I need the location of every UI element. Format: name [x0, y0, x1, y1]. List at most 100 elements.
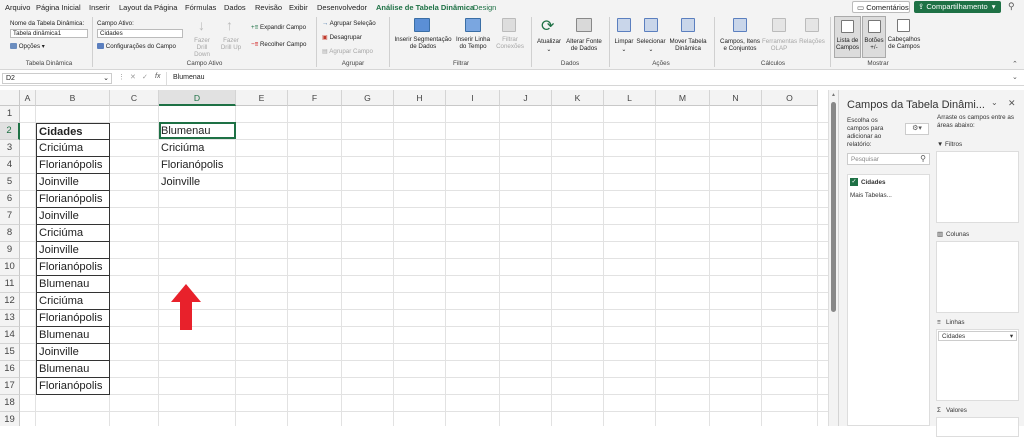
- person-search-icon[interactable]: ⚲: [1008, 1, 1015, 12]
- filter-connections-button[interactable]: Filtrar Conexões: [494, 36, 526, 50]
- field-item-cidades[interactable]: Cidades: [861, 179, 886, 186]
- tab-dados[interactable]: Dados: [224, 3, 246, 12]
- drill-up-button[interactable]: Fazer Drill Up: [217, 37, 245, 51]
- column-header-a[interactable]: A: [20, 90, 36, 106]
- enter-icon[interactable]: ✓: [142, 73, 148, 81]
- share-button[interactable]: ⇪ Compartilhamento ▾: [914, 1, 1001, 13]
- row-header-10[interactable]: 10: [0, 259, 20, 276]
- olap-button[interactable]: Ferramentas OLAP: [762, 38, 797, 52]
- select-button[interactable]: Selecionar: [636, 38, 666, 45]
- checkbox-checked-icon[interactable]: ✓: [850, 178, 858, 186]
- formula-input[interactable]: Blumenau: [173, 74, 205, 81]
- row-header-7[interactable]: 7: [0, 208, 20, 225]
- field-headers-toggle[interactable]: Cabeçalhos de Campos: [887, 16, 921, 58]
- table-cell-b5[interactable]: Joinville: [36, 174, 110, 191]
- move-pivot-button[interactable]: Mover Tabela Dinâmica: [666, 38, 710, 52]
- row-header-9[interactable]: 9: [0, 242, 20, 259]
- pivot-cell-d3[interactable]: Criciúma: [159, 140, 204, 157]
- tab-design[interactable]: Design: [473, 3, 496, 12]
- options-button[interactable]: Opções ▾: [10, 43, 45, 50]
- row-header-3[interactable]: 3: [0, 140, 20, 157]
- table-cell-b3[interactable]: Criciúma: [36, 140, 110, 157]
- values-area[interactable]: [936, 417, 1019, 437]
- table-cell-b10[interactable]: Florianópolis: [36, 259, 110, 276]
- table-cell-b9[interactable]: Joinville: [36, 242, 110, 259]
- row-header-14[interactable]: 14: [0, 327, 20, 344]
- scroll-thumb[interactable]: [831, 102, 836, 312]
- tab-revisao[interactable]: Revisão: [255, 3, 282, 12]
- rows-field-chip[interactable]: Cidades ▾: [938, 331, 1017, 341]
- table-cell-b6[interactable]: Florianópolis: [36, 191, 110, 208]
- ungroup-button[interactable]: ▣ Desagrupar: [322, 34, 362, 41]
- tab-inserir[interactable]: Inserir: [89, 3, 110, 12]
- tools-button[interactable]: ⚙▾: [905, 123, 929, 135]
- tab-formulas[interactable]: Fórmulas: [185, 3, 216, 12]
- column-header-c[interactable]: C: [110, 90, 159, 106]
- column-header-f[interactable]: F: [288, 90, 342, 106]
- expand-formula-icon[interactable]: ⌄: [1012, 73, 1018, 81]
- expand-field-button[interactable]: +≡ Expandir Campo: [251, 24, 306, 31]
- column-header-d[interactable]: D: [159, 90, 236, 106]
- clear-button[interactable]: Limpar: [610, 38, 638, 45]
- table-cell-b14[interactable]: Blumenau: [36, 327, 110, 344]
- more-tables-link[interactable]: Mais Tabelas...: [850, 192, 892, 199]
- relations-button[interactable]: Relações: [797, 38, 827, 45]
- rows-area[interactable]: Cidades ▾: [936, 329, 1019, 401]
- table-cell-b15[interactable]: Joinville: [36, 344, 110, 361]
- table-cell-b4[interactable]: Florianópolis: [36, 157, 110, 174]
- column-header-l[interactable]: L: [604, 90, 656, 106]
- insert-timeline-button[interactable]: Inserir Linha do Tempo: [454, 36, 492, 50]
- scroll-up-icon[interactable]: ▲: [831, 92, 836, 98]
- tab-pagina-inicial[interactable]: Página Inicial: [36, 3, 81, 12]
- filters-area[interactable]: [936, 151, 1019, 223]
- column-header-h[interactable]: H: [394, 90, 446, 106]
- row-header-15[interactable]: 15: [0, 344, 20, 361]
- column-header-g[interactable]: G: [342, 90, 394, 106]
- fields-items-button[interactable]: Campos, Itens e Conjuntos: [718, 38, 762, 52]
- pivot-cell-d5[interactable]: Joinville: [159, 174, 200, 191]
- column-header-m[interactable]: M: [656, 90, 710, 106]
- pivot-name-input[interactable]: Tabela dinâmica1: [10, 29, 88, 38]
- field-list-button[interactable]: Lista de Campos: [834, 16, 861, 58]
- row-header-18[interactable]: 18: [0, 395, 20, 412]
- name-box[interactable]: D2 ⌄: [2, 73, 112, 84]
- table-cell-b8[interactable]: Criciúma: [36, 225, 110, 242]
- row-header-4[interactable]: 4: [0, 157, 20, 174]
- close-icon[interactable]: ✕: [1008, 98, 1016, 109]
- row-header-16[interactable]: 16: [0, 361, 20, 378]
- row-header-6[interactable]: 6: [0, 191, 20, 208]
- columns-area[interactable]: [936, 241, 1019, 313]
- column-header-b[interactable]: B: [36, 90, 110, 106]
- function-icon[interactable]: fx: [155, 73, 160, 80]
- tab-analise[interactable]: Análise de Tabela Dinâmica: [376, 3, 475, 15]
- active-cell-d2[interactable]: [159, 122, 236, 139]
- row-header-19[interactable]: 19: [0, 412, 20, 426]
- table-cell-b13[interactable]: Florianópolis: [36, 310, 110, 327]
- insert-slicer-button[interactable]: Inserir Segmentação de Dados: [394, 36, 452, 50]
- field-settings-button[interactable]: Configurações do Campo: [97, 43, 176, 50]
- row-header-8[interactable]: 8: [0, 225, 20, 242]
- row-header-17[interactable]: 17: [0, 378, 20, 395]
- column-header-o[interactable]: O: [762, 90, 818, 106]
- chevron-down-icon[interactable]: ⌄: [991, 98, 998, 107]
- tab-arquivo[interactable]: Arquivo: [5, 3, 30, 12]
- column-header-i[interactable]: I: [446, 90, 500, 106]
- column-header-k[interactable]: K: [552, 90, 604, 106]
- table-cell-b7[interactable]: Joinville: [36, 208, 110, 225]
- column-header-n[interactable]: N: [710, 90, 762, 106]
- row-header-5[interactable]: 5: [0, 174, 20, 191]
- pivot-cell-d4[interactable]: Florianópolis: [159, 157, 223, 174]
- cancel-icon[interactable]: ✕: [130, 73, 136, 81]
- row-header-13[interactable]: 13: [0, 310, 20, 327]
- search-input[interactable]: Pesquisar ⚲: [847, 153, 930, 165]
- ribbon-collapse-icon[interactable]: ⌃: [1012, 60, 1018, 68]
- table-cell-b16[interactable]: Blumenau: [36, 361, 110, 378]
- row-header-2[interactable]: 2: [0, 123, 20, 140]
- tab-layout[interactable]: Layout da Página: [119, 3, 177, 12]
- header-cell-cidades[interactable]: Cidades: [36, 123, 110, 140]
- refresh-button[interactable]: Atualizar: [534, 38, 564, 45]
- collapse-field-button[interactable]: −≡ Recolher Campo: [251, 41, 306, 48]
- row-header-1[interactable]: 1: [0, 106, 20, 123]
- tab-desenvolvedor[interactable]: Desenvolvedor: [317, 3, 367, 12]
- row-header-11[interactable]: 11: [0, 276, 20, 293]
